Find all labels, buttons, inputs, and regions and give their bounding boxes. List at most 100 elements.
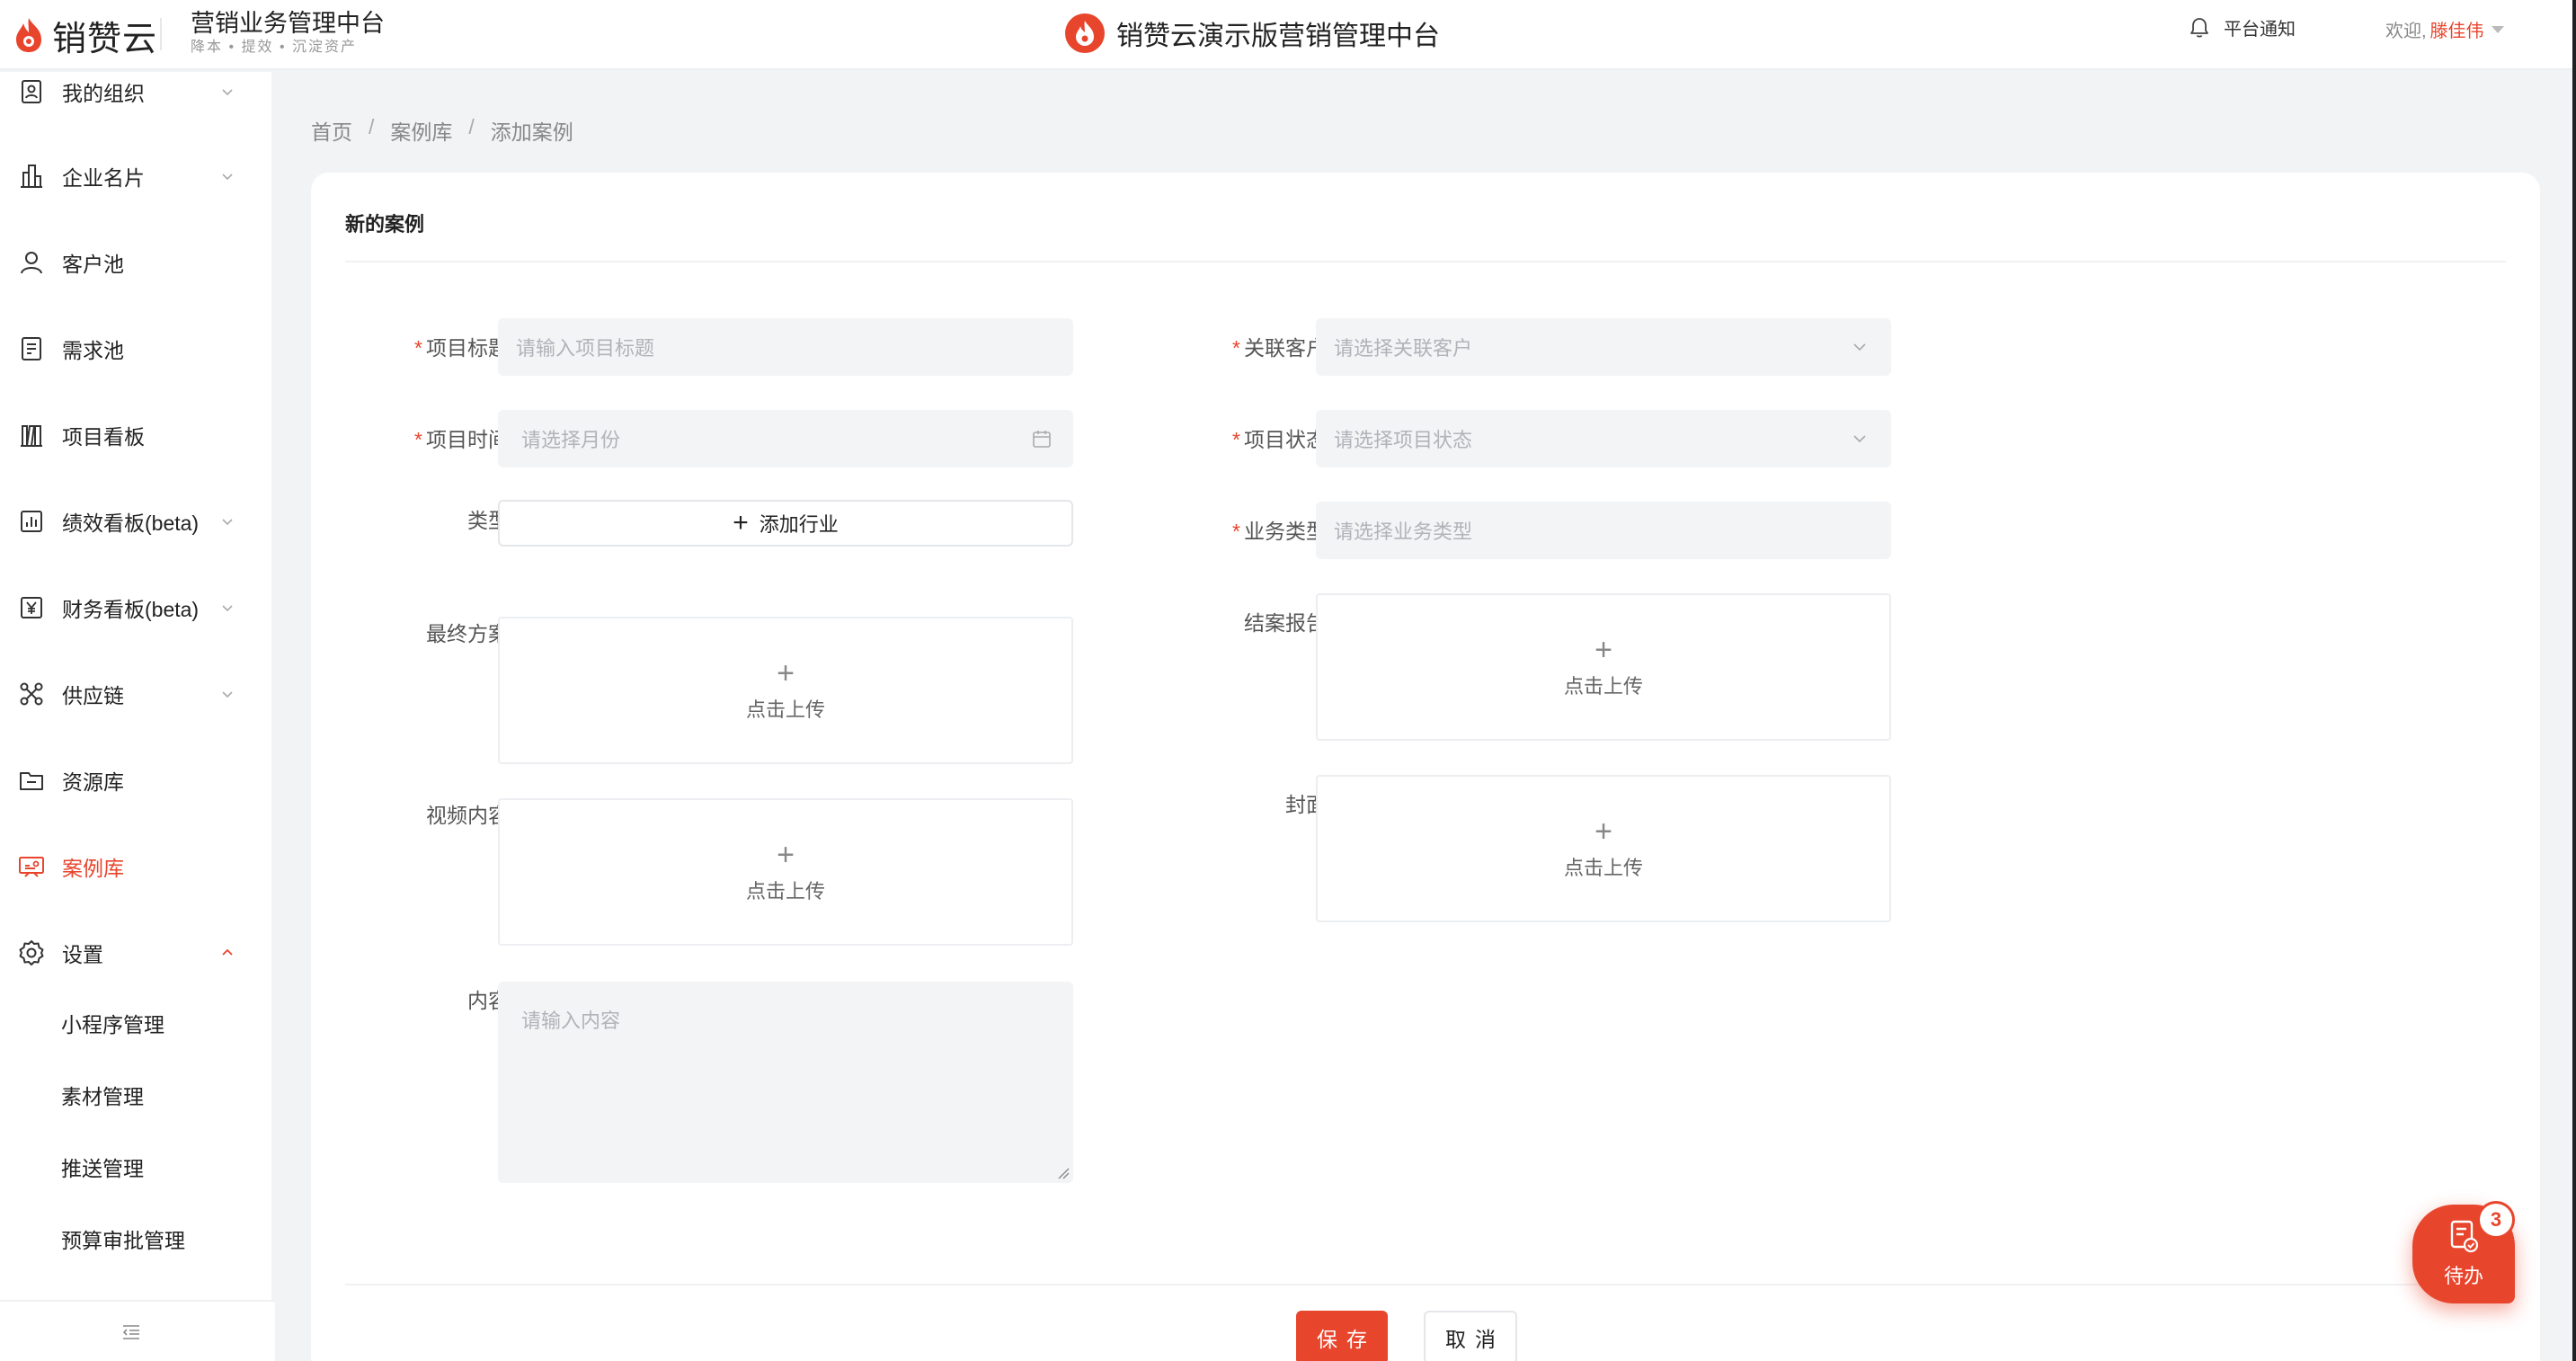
- sidebar-subitem-materials[interactable]: 素材管理: [0, 1072, 271, 1117]
- sidebar-subitem-push[interactable]: 推送管理: [0, 1144, 271, 1189]
- upload-text: 点击上传: [1563, 675, 1643, 698]
- sidebar-subitem-miniprogram[interactable]: 小程序管理: [0, 1001, 271, 1045]
- type-label: 类型: [329, 503, 509, 534]
- sidebar-item-company-card[interactable]: 企业名片: [0, 149, 271, 203]
- required-mark: *: [414, 428, 422, 451]
- sidebar-item-settings[interactable]: 设置: [0, 926, 271, 980]
- user-icon: [16, 247, 47, 278]
- cancel-button[interactable]: 取消: [1424, 1311, 1517, 1361]
- breadcrumb: 首页 / 案例库 / 添加案例: [311, 115, 573, 146]
- building-icon: [16, 161, 47, 191]
- welcome-label: 欢迎,: [2385, 22, 2427, 41]
- sidebar-item-performance[interactable]: 绩效看板(beta): [0, 494, 271, 548]
- sidebar-item-label: 我的组织: [62, 82, 145, 105]
- user-name: 滕佳伟: [2429, 22, 2484, 41]
- breadcrumb-current: 添加案例: [490, 120, 573, 144]
- label-text: 项目标题: [426, 336, 509, 360]
- flame-logo-icon: [16, 18, 41, 52]
- sidebar-item-demand-pool[interactable]: 需求池: [0, 322, 271, 376]
- button-label: 添加行业: [759, 513, 839, 536]
- sidebar-item-label: 案例库: [62, 857, 124, 880]
- sidebar-item-org[interactable]: 我的组织: [0, 65, 271, 119]
- caret-down-icon: [2491, 25, 2504, 33]
- divider: [345, 1284, 2506, 1285]
- breadcrumb-home[interactable]: 首页: [311, 115, 352, 146]
- video-label: 视频内容: [329, 798, 509, 829]
- cover-label: 封面: [1147, 787, 1327, 818]
- header-divider: [160, 18, 162, 50]
- project-time-label: * 项目时间: [329, 423, 509, 453]
- placeholder: 请输入内容: [521, 1010, 621, 1032]
- platform-notify[interactable]: 平台通知: [2188, 14, 2296, 40]
- save-button[interactable]: 保存: [1296, 1311, 1388, 1361]
- logo-text: 销赞云: [52, 20, 158, 58]
- business-type-select[interactable]: 请选择业务类型: [1316, 502, 1891, 559]
- label-text: 业务类型: [1244, 520, 1327, 543]
- customer-select[interactable]: 请选择关联客户: [1316, 318, 1891, 376]
- placeholder: 请选择业务类型: [1334, 520, 1473, 543]
- sidebar-item-label: 客户池: [62, 253, 124, 276]
- user-menu[interactable]: 欢迎, 滕佳伟: [2385, 16, 2504, 42]
- cover-upload[interactable]: + 点击上传: [1316, 775, 1891, 922]
- sidebar-subitem-budget[interactable]: 预算审批管理: [0, 1216, 271, 1261]
- subitem-label: 小程序管理: [61, 1013, 164, 1036]
- content-label: 内容: [329, 983, 509, 1014]
- bar-chart-icon: [16, 506, 47, 537]
- sidebar-item-cases[interactable]: 案例库: [0, 840, 271, 894]
- upload-text: 点击上传: [745, 880, 825, 903]
- chevron-down-icon: [222, 89, 233, 96]
- calendar-icon: [1033, 431, 1051, 448]
- chevron-down-icon: [222, 173, 233, 181]
- plus-icon: +: [777, 656, 795, 690]
- divider: [345, 261, 2506, 262]
- sidebar-item-label: 设置: [62, 943, 103, 966]
- label-text: 视频内容: [426, 804, 509, 827]
- window-edge: [2572, 0, 2576, 1361]
- placeholder: 请输入项目标题: [516, 337, 655, 360]
- chevron-down-icon: [222, 691, 233, 698]
- sidebar-item-finance[interactable]: 财务看板(beta): [0, 581, 271, 635]
- resize-grip-icon[interactable]: [1057, 1167, 1070, 1179]
- case-form-card: 新的案例 * 项目标题 请输入项目标题 * 项目时间 请选择月份 类型 + 添加行业…: [311, 173, 2540, 1361]
- system-slogan: 降本 • 提效 • 沉淀资产: [191, 40, 357, 55]
- brand-circle-icon: [1065, 13, 1105, 53]
- center-title: 销赞云演示版营销管理中台: [1116, 22, 1440, 51]
- label-text: 最终方案: [426, 622, 509, 645]
- subitem-label: 推送管理: [61, 1157, 144, 1180]
- app-logo[interactable]: 销赞云: [13, 13, 157, 58]
- required-mark: *: [414, 336, 422, 360]
- sidebar-item-resources[interactable]: 资源库: [0, 753, 271, 807]
- collapse-menu-icon[interactable]: [120, 1321, 142, 1343]
- sidebar-item-project-board[interactable]: 项目看板: [0, 408, 271, 462]
- sidebar-item-label: 企业名片: [62, 166, 145, 190]
- breadcrumb-separator: /: [468, 115, 475, 138]
- sidebar-item-label: 需求池: [62, 339, 124, 362]
- placeholder: 请选择关联客户: [1334, 337, 1473, 360]
- gear-icon: [16, 938, 47, 968]
- business-type-label: * 业务类型: [1147, 514, 1327, 545]
- subitem-label: 素材管理: [61, 1085, 144, 1108]
- final-plan-upload[interactable]: + 点击上传: [498, 617, 1073, 764]
- sidebar-item-label: 资源库: [62, 770, 124, 794]
- chevron-down-icon: [222, 519, 233, 526]
- video-upload[interactable]: + 点击上传: [498, 798, 1073, 946]
- project-title-input[interactable]: 请输入项目标题: [498, 318, 1073, 376]
- placeholder: 请选择月份: [521, 429, 621, 451]
- content-textarea[interactable]: 请输入内容: [498, 982, 1073, 1183]
- center-brand: 销赞云演示版营销管理中台: [1064, 13, 1440, 54]
- sidebar-item-customer-pool[interactable]: 客户池: [0, 236, 271, 289]
- notify-label: 平台通知: [2224, 20, 2296, 40]
- project-time-picker[interactable]: 请选择月份: [498, 410, 1073, 467]
- sidebar-item-supply-chain[interactable]: 供应链: [0, 667, 271, 721]
- plus-icon: +: [1594, 814, 1612, 849]
- required-mark: *: [1232, 336, 1240, 360]
- breadcrumb-cases[interactable]: 案例库: [390, 115, 452, 146]
- board-icon: [16, 420, 47, 450]
- yen-icon: [16, 592, 47, 623]
- org-icon: [16, 76, 47, 107]
- closing-report-label: 结案报告: [1147, 606, 1327, 636]
- closing-report-upload[interactable]: + 点击上传: [1316, 593, 1891, 741]
- status-select[interactable]: 请选择项目状态: [1316, 410, 1891, 467]
- add-industry-button[interactable]: + 添加行业: [498, 500, 1073, 547]
- upload-text: 点击上传: [1563, 857, 1643, 879]
